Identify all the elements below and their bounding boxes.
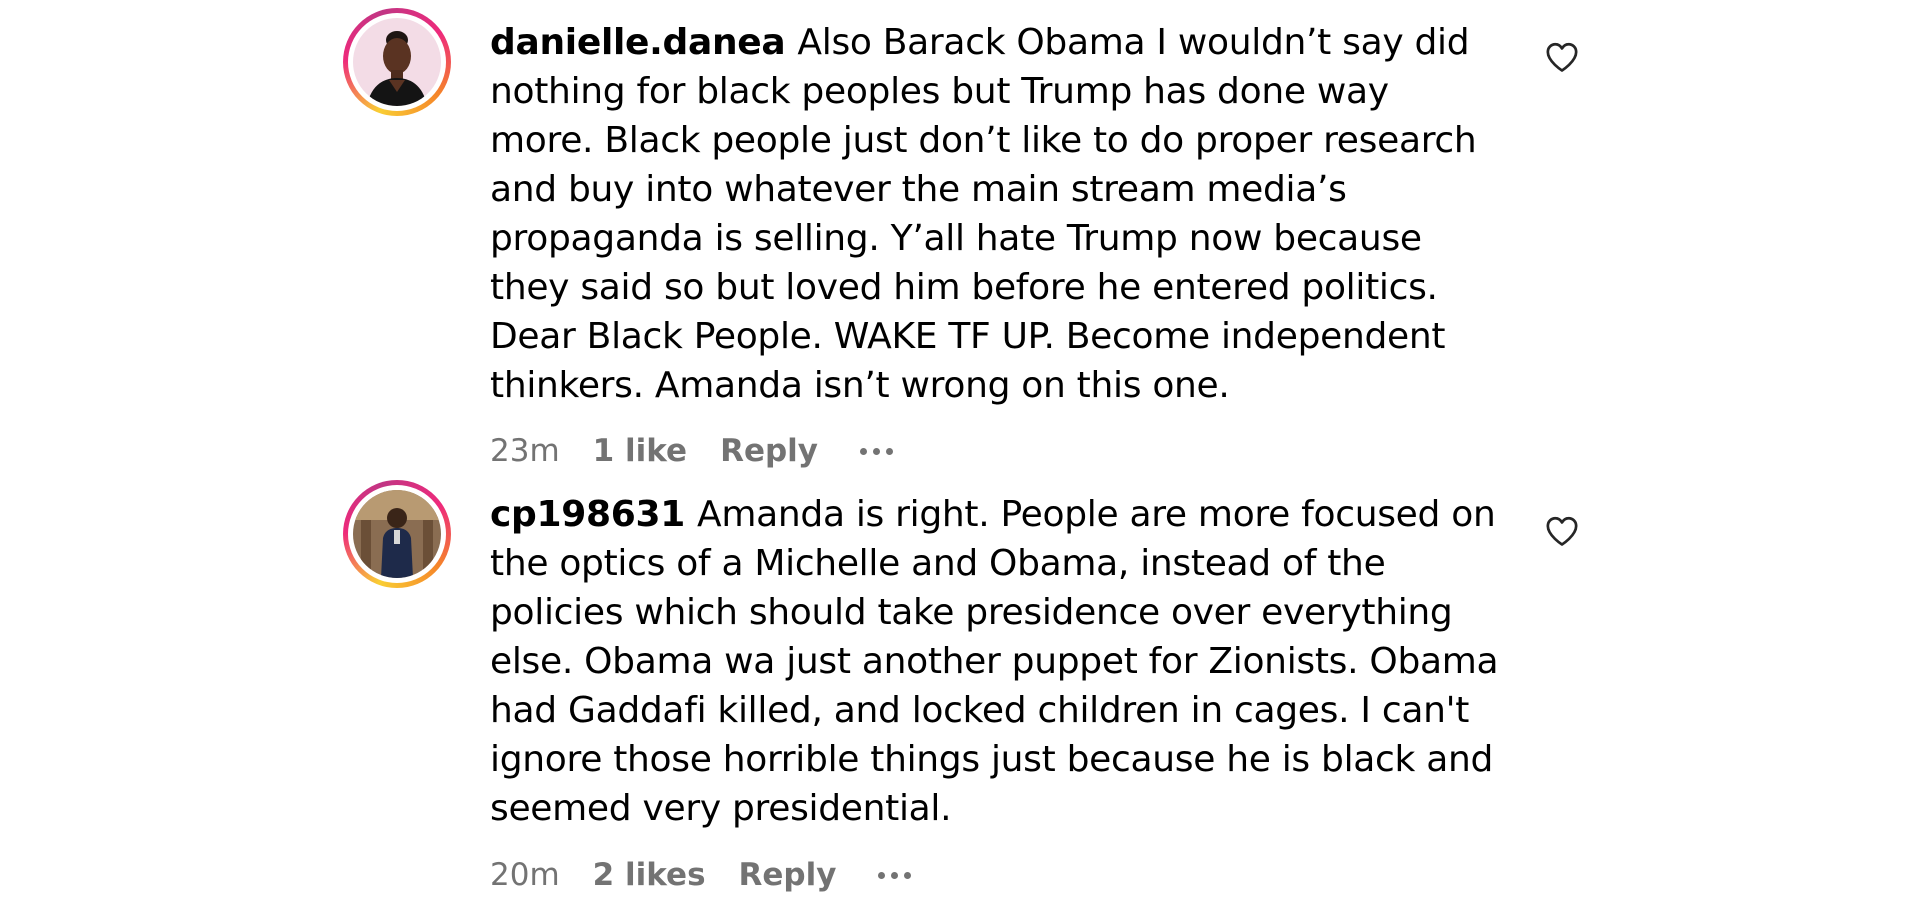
heart-outline-icon[interactable] — [1545, 41, 1579, 73]
comment-timestamp: 20m — [490, 857, 560, 893]
comment-body: cp198631 Amanda is right. People are more… — [490, 490, 1500, 833]
more-options-icon[interactable] — [878, 871, 912, 879]
avatar-photo — [353, 18, 441, 106]
comment-meta: 20m 2 likes Reply — [490, 855, 912, 895]
avatar-story-ring[interactable] — [343, 8, 451, 116]
avatar-photo — [353, 490, 441, 578]
comment-meta: 23m 1 like Reply — [490, 431, 894, 471]
comment-body: danielle.danea Also Barack Obama I wouldn… — [490, 18, 1500, 410]
avatar-story-ring[interactable] — [343, 480, 451, 588]
comment-timestamp: 23m — [490, 433, 560, 469]
heart-outline-icon[interactable] — [1545, 515, 1579, 547]
more-options-icon[interactable] — [860, 447, 894, 455]
like-count[interactable]: 2 likes — [593, 857, 706, 893]
reply-button[interactable]: Reply — [720, 433, 818, 469]
comment-username[interactable]: cp198631 — [490, 494, 685, 535]
avatar — [348, 13, 446, 111]
comment-text: Amanda is right. People are more focused… — [490, 494, 1499, 829]
reply-button[interactable]: Reply — [739, 857, 837, 893]
like-count[interactable]: 1 like — [593, 433, 687, 469]
comment-text: Also Barack Obama I wouldn’t say did not… — [490, 22, 1477, 406]
comment-username[interactable]: danielle.danea — [490, 22, 786, 63]
avatar — [348, 485, 446, 583]
